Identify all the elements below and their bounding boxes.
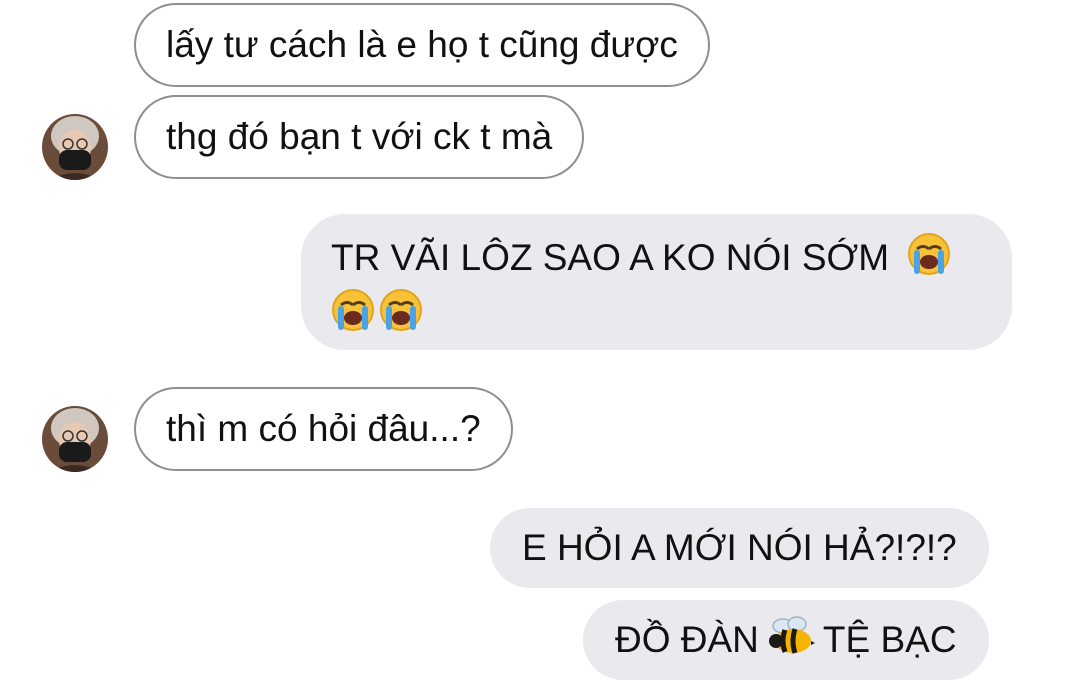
message-bubble-incoming[interactable]: thg đó bạn t với ck t mà — [134, 95, 585, 179]
message-bubble-incoming[interactable]: thì m có hỏi đâu...? — [134, 387, 513, 471]
message-bubble-outgoing[interactable]: E HỎI A MỚI NÓI HẢ?!?!? — [490, 508, 989, 588]
message-text-after: TỆ BẠC — [822, 619, 957, 660]
message-text: lấy tư cách là e họ t cũng được — [166, 24, 678, 65]
message-bubble-incoming[interactable]: lấy tư cách là e họ t cũng được — [134, 3, 710, 87]
avatar[interactable] — [42, 114, 108, 180]
message-bubble-outgoing[interactable]: ĐỒ ĐÀN TỆ BẠC — [583, 600, 989, 680]
message-text: thì m có hỏi đâu...? — [166, 408, 481, 449]
bee-emoji — [767, 614, 815, 658]
avatar[interactable] — [42, 406, 108, 472]
message-text: thg đó bạn t với ck t mà — [166, 116, 553, 157]
message-text-before: ĐỒ ĐÀN — [615, 619, 759, 660]
loudly-crying-face-emoji — [379, 288, 423, 332]
message-text: E HỎI A MỚI NÓI HẢ?!?!? — [522, 527, 957, 568]
loudly-crying-face-emoji — [907, 232, 951, 276]
message-text: TR VÃI LÔZ SAO A KO NÓI SỚM — [331, 237, 890, 278]
loudly-crying-face-emoji — [331, 288, 375, 332]
message-bubble-outgoing[interactable]: TR VÃI LÔZ SAO A KO NÓI SỚM — [301, 214, 1012, 350]
